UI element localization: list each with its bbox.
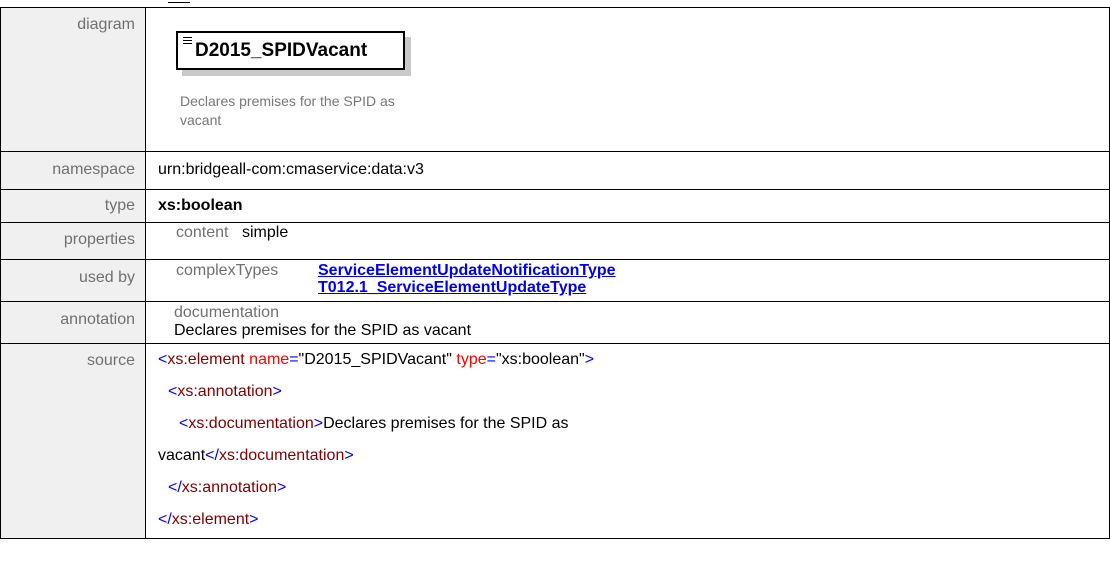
row-annotation: annotation documentation Declares premis… xyxy=(0,301,1110,344)
element-list-icon xyxy=(183,37,192,46)
label-annotation: annotation xyxy=(0,301,146,344)
link-t012-service-element-update-type[interactable]: T012.1_ServiceElementUpdateType xyxy=(318,279,616,296)
label-namespace: namespace xyxy=(0,151,146,190)
properties-key: content xyxy=(176,224,229,241)
row-properties: properties content simple xyxy=(0,222,1110,260)
row-type: type xs:boolean xyxy=(0,189,1110,223)
type-value: xs:boolean xyxy=(145,189,1110,223)
element-name: D2015_SPIDVacant xyxy=(195,40,368,61)
diagram-cell: D2015_SPIDVacant Declares premises for t… xyxy=(145,7,1110,152)
label-type: type xyxy=(0,189,146,223)
label-source: source xyxy=(0,343,146,539)
annotation-key: documentation xyxy=(174,304,279,321)
properties-cell: content simple xyxy=(145,222,1110,260)
row-used-by: used by complexTypes ServiceElementUpdat… xyxy=(0,259,1110,302)
source-line-1: <xs:element name="D2015_SPIDVacant" type… xyxy=(158,351,595,368)
annotation-cell: documentation Declares premises for the … xyxy=(145,301,1110,344)
element-box[interactable]: D2015_SPIDVacant xyxy=(176,31,405,70)
source-code: <xs:element name="D2015_SPIDVacant" type… xyxy=(145,343,1110,539)
label-diagram: diagram xyxy=(0,7,146,152)
row-namespace: namespace urn:bridgeall-com:cmaservice:d… xyxy=(0,151,1110,190)
schema-doc-table: diagram D2015_SPIDVacant Declares premis… xyxy=(0,7,1110,539)
namespace-value: urn:bridgeall-com:cmaservice:data:v3 xyxy=(145,151,1110,190)
element-diagram: D2015_SPIDVacant Declares premises for t… xyxy=(146,8,1109,150)
source-line-4: vacant</xs:documentation> xyxy=(158,447,354,464)
label-properties: properties xyxy=(0,222,146,260)
source-line-5: </xs:annotation> xyxy=(168,479,287,496)
used-by-cell: complexTypes ServiceElementUpdateNotific… xyxy=(145,259,1110,302)
properties-value: simple xyxy=(242,224,289,241)
used-by-links: ServiceElementUpdateNotificationType T01… xyxy=(318,262,616,296)
annotation-text: Declares premises for the SPID as vacant xyxy=(174,322,472,339)
row-source: source <xs:element name="D2015_SPIDVacan… xyxy=(0,343,1110,539)
source-line-6: </xs:element> xyxy=(158,511,259,528)
diagram-annotation: Declares premises for the SPID as vacant xyxy=(180,93,395,128)
row-diagram: diagram D2015_SPIDVacant Declares premis… xyxy=(0,7,1110,152)
used-by-row: complexTypes ServiceElementUpdateNotific… xyxy=(176,262,1109,296)
label-used-by: used by xyxy=(0,259,146,302)
used-by-key: complexTypes xyxy=(176,262,279,279)
link-service-element-update-notification-type[interactable]: ServiceElementUpdateNotificationType xyxy=(318,262,616,279)
source-line-3: <xs:documentation>Declares premises for … xyxy=(179,415,569,432)
source-line-2: <xs:annotation> xyxy=(168,383,282,400)
top-edge-fragment xyxy=(168,0,204,3)
